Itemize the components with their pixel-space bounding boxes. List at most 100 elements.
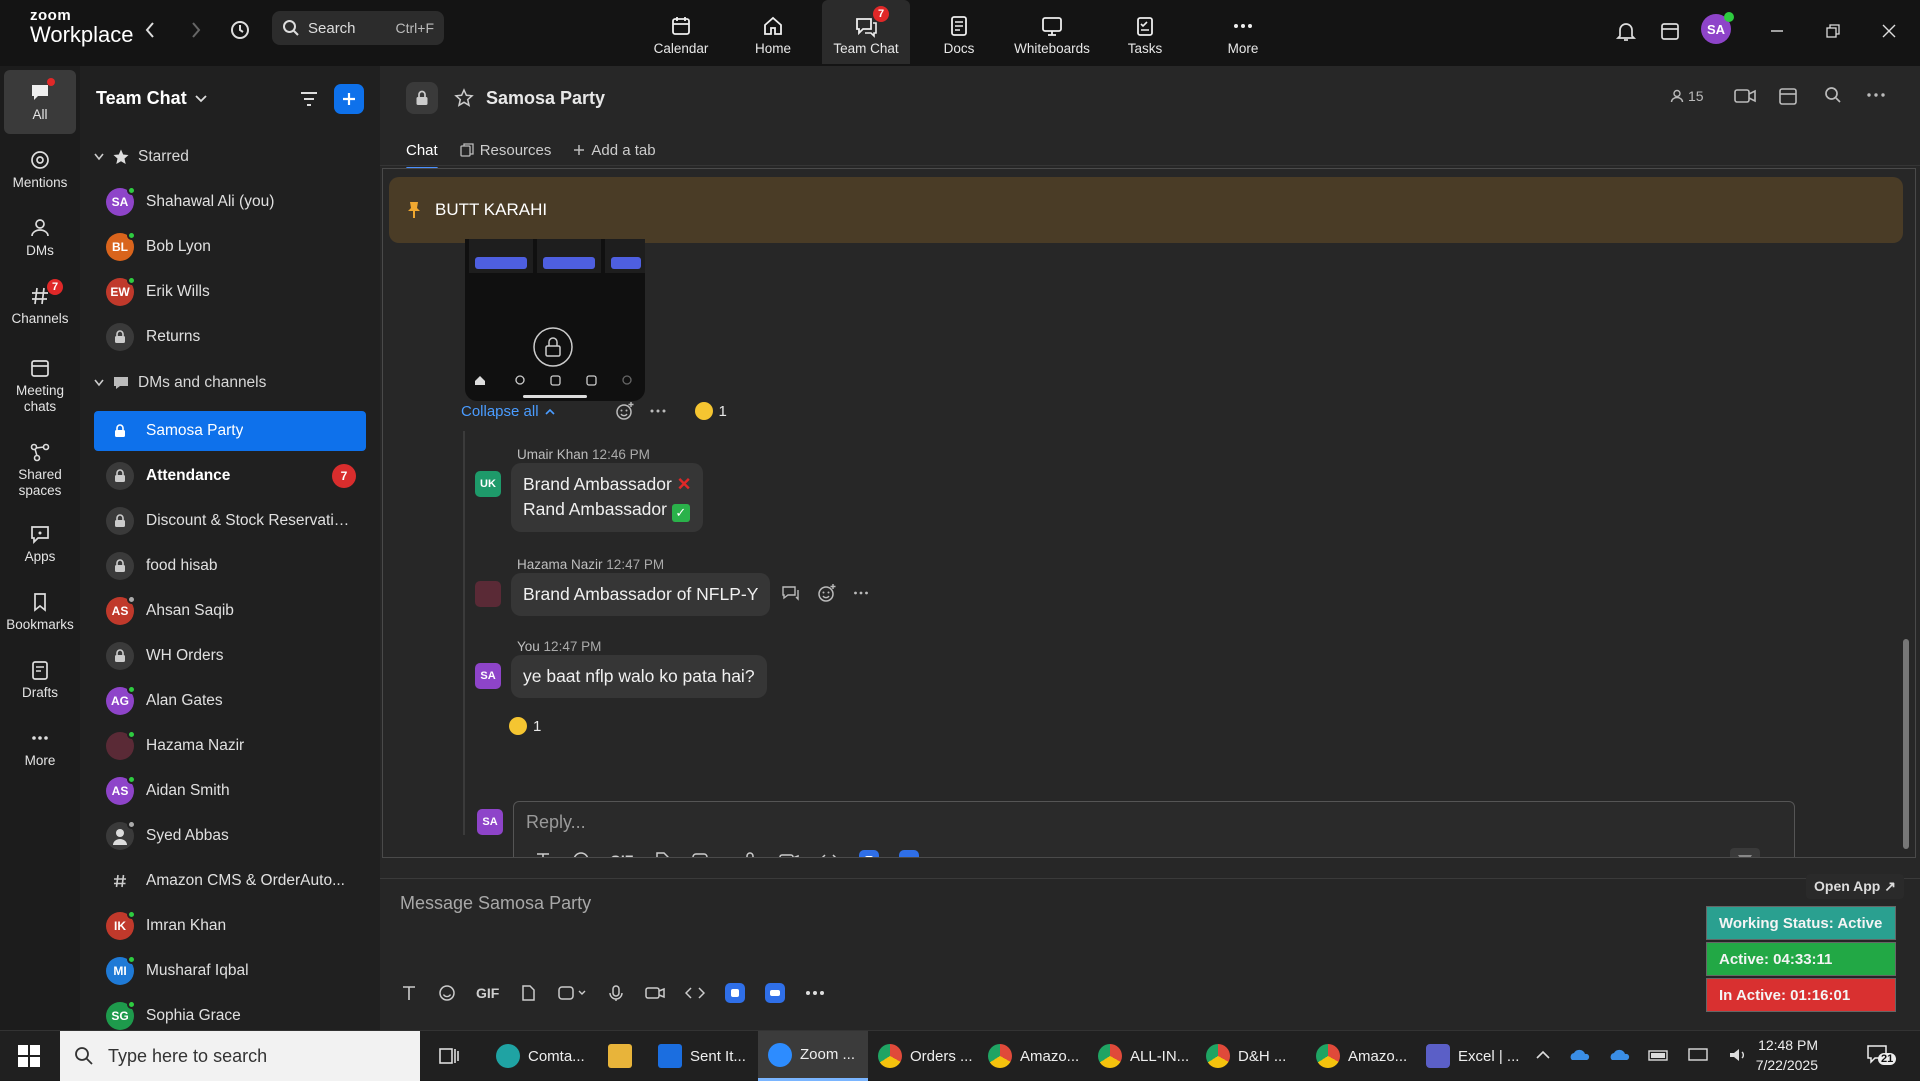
rail-drafts[interactable]: Drafts	[4, 648, 76, 712]
calendar-icon[interactable]	[1778, 86, 1798, 106]
sidebar-title[interactable]: Team Chat	[96, 88, 207, 109]
sidebar-item-samosa-party[interactable]: Samosa Party	[94, 411, 366, 451]
tab-resources[interactable]: Resources	[460, 136, 551, 164]
rail-mentions[interactable]: Mentions	[4, 138, 76, 202]
text-format-icon[interactable]	[534, 851, 552, 857]
sidebar-item-ahsan-saqib[interactable]: AS Ahsan Saqib	[94, 591, 366, 631]
more-dots-icon[interactable]	[939, 857, 959, 858]
more-dots-icon[interactable]	[805, 990, 825, 996]
screenshot-icon[interactable]	[691, 851, 721, 857]
dms-section-header[interactable]: DMs and channels	[94, 374, 266, 392]
taskbar-app[interactable]: Amazo...	[978, 1031, 1089, 1081]
taskbar-app[interactable]: Excel | ...	[1416, 1031, 1529, 1081]
microphone-icon[interactable]	[607, 984, 625, 1002]
member-count[interactable]: 15	[1670, 88, 1704, 104]
close-icon[interactable]	[1874, 16, 1904, 46]
star-icon[interactable]	[454, 88, 474, 108]
more-options-icon[interactable]	[853, 590, 869, 596]
history-icon[interactable]	[226, 16, 254, 44]
zoom-app-icon[interactable]	[899, 850, 920, 857]
taskbar-app-zoom[interactable]: Zoom ...	[758, 1031, 868, 1081]
rail-dms[interactable]: DMs	[4, 206, 76, 270]
forward-arrow-icon[interactable]	[182, 16, 210, 44]
tab-chat[interactable]: Chat	[406, 136, 438, 170]
windows-start-icon[interactable]	[18, 1045, 40, 1067]
task-view-icon[interactable]	[438, 1045, 460, 1067]
nav-tasks[interactable]: Tasks	[1110, 0, 1180, 64]
nav-more[interactable]: More	[1208, 0, 1278, 64]
back-arrow-icon[interactable]	[136, 16, 164, 44]
video-message-icon[interactable]	[779, 851, 800, 857]
onedrive-icon[interactable]	[1608, 1048, 1630, 1062]
network-icon[interactable]	[1688, 1047, 1710, 1063]
taskbar-app[interactable]: D&H ...	[1196, 1031, 1296, 1081]
scrollbar[interactable]	[1903, 639, 1909, 849]
file-icon[interactable]	[519, 984, 537, 1002]
sidebar-item-aidan-smith[interactable]: AS Aidan Smith	[94, 771, 366, 811]
nav-docs[interactable]: Docs	[924, 0, 994, 64]
video-message-icon[interactable]	[645, 984, 666, 1002]
reaction-chip[interactable]: 1	[694, 402, 727, 420]
filter-icon[interactable]	[298, 88, 320, 110]
rail-all[interactable]: All	[4, 70, 76, 134]
code-icon[interactable]	[819, 851, 839, 857]
sidebar-item-discount[interactable]: Discount & Stock Reservatio...	[94, 501, 366, 541]
message-bubble[interactable]: ye baat nflp walo ko pata hai?	[511, 655, 767, 699]
chevron-down-icon[interactable]	[1770, 856, 1780, 859]
sidebar-item-imran-khan[interactable]: IK Imran Khan	[94, 906, 366, 946]
restore-icon[interactable]	[1818, 16, 1848, 46]
reply-input[interactable]: Reply...	[526, 812, 586, 833]
nav-calendar[interactable]: Calendar	[646, 0, 716, 64]
emoji-icon[interactable]	[572, 851, 590, 857]
rail-apps[interactable]: Apps	[4, 512, 76, 576]
nav-team-chat[interactable]: 7 Team Chat	[822, 0, 910, 64]
gif-button[interactable]: GIF	[610, 852, 633, 857]
avatar[interactable]: UK	[475, 471, 501, 497]
emoji-icon[interactable]	[438, 984, 456, 1002]
app-integration-icon[interactable]	[859, 850, 880, 857]
calendar-status-icon[interactable]	[1655, 16, 1685, 46]
reaction-chip[interactable]: 1	[509, 717, 541, 735]
rail-shared-spaces[interactable]: Shared spaces	[4, 432, 76, 508]
rail-channels[interactable]: 7 Channels	[4, 274, 76, 338]
sidebar-item-starred[interactable]: EW Erik Wills	[94, 272, 366, 312]
notifications-bell-icon[interactable]	[1611, 16, 1641, 46]
sidebar-item-wh-orders[interactable]: WH Orders	[94, 636, 366, 676]
code-icon[interactable]	[685, 984, 706, 1002]
collapse-all-button[interactable]: Collapse all	[461, 403, 555, 420]
app-integration-icon[interactable]	[725, 983, 746, 1003]
taskbar-clock[interactable]: 12:48 PM 7/22/2025	[1718, 1035, 1818, 1075]
message-input[interactable]: Message Samosa Party	[400, 893, 591, 914]
avatar[interactable]: SA	[475, 663, 501, 689]
onedrive-icon[interactable]	[1568, 1048, 1590, 1062]
sidebar-item-starred[interactable]: Returns	[94, 317, 366, 357]
gif-button[interactable]: GIF	[476, 985, 499, 1001]
more-options-icon[interactable]	[1866, 88, 1886, 102]
image-attachment[interactable]	[465, 239, 645, 401]
rail-meeting-chats[interactable]: Meeting chats	[4, 348, 76, 424]
nav-whiteboards[interactable]: Whiteboards	[1010, 0, 1094, 64]
more-options-icon[interactable]	[649, 408, 667, 414]
battery-icon[interactable]	[1648, 1048, 1670, 1062]
sidebar-item-food-hisab[interactable]: food hisab	[94, 546, 366, 586]
sidebar-item-syed-abbas[interactable]: Syed Abbas	[94, 816, 366, 856]
add-reaction-icon[interactable]	[817, 583, 837, 603]
sidebar-item-hazama-nazir[interactable]: Hazama Nazir	[94, 726, 366, 766]
zoom-app-icon[interactable]	[765, 983, 786, 1003]
sidebar-item-attendance[interactable]: Attendance 7	[94, 456, 366, 496]
minimize-icon[interactable]	[1762, 16, 1792, 46]
starred-section-header[interactable]: Starred	[94, 148, 189, 166]
sidebar-item-sophia-grace[interactable]: SG Sophia Grace	[94, 996, 366, 1030]
pinned-message-banner[interactable]: BUTT KARAHI	[389, 177, 1903, 243]
taskbar-app[interactable]	[598, 1031, 642, 1081]
microphone-icon[interactable]	[741, 851, 759, 857]
reply-composer[interactable]: Reply... GIF	[513, 801, 1795, 859]
search-box[interactable]: Search Ctrl+F	[272, 11, 444, 45]
tab-add[interactable]: Add a tab	[573, 136, 656, 164]
taskbar-app[interactable]: Sent It...	[648, 1031, 756, 1081]
taskbar-search[interactable]: Type here to search	[60, 1031, 420, 1081]
file-icon[interactable]	[653, 851, 671, 857]
sidebar-item-amazon-cms[interactable]: Amazon CMS & OrderAuto...	[94, 861, 366, 901]
taskbar-app[interactable]: Comta...	[486, 1031, 595, 1081]
video-icon[interactable]	[1734, 88, 1756, 104]
